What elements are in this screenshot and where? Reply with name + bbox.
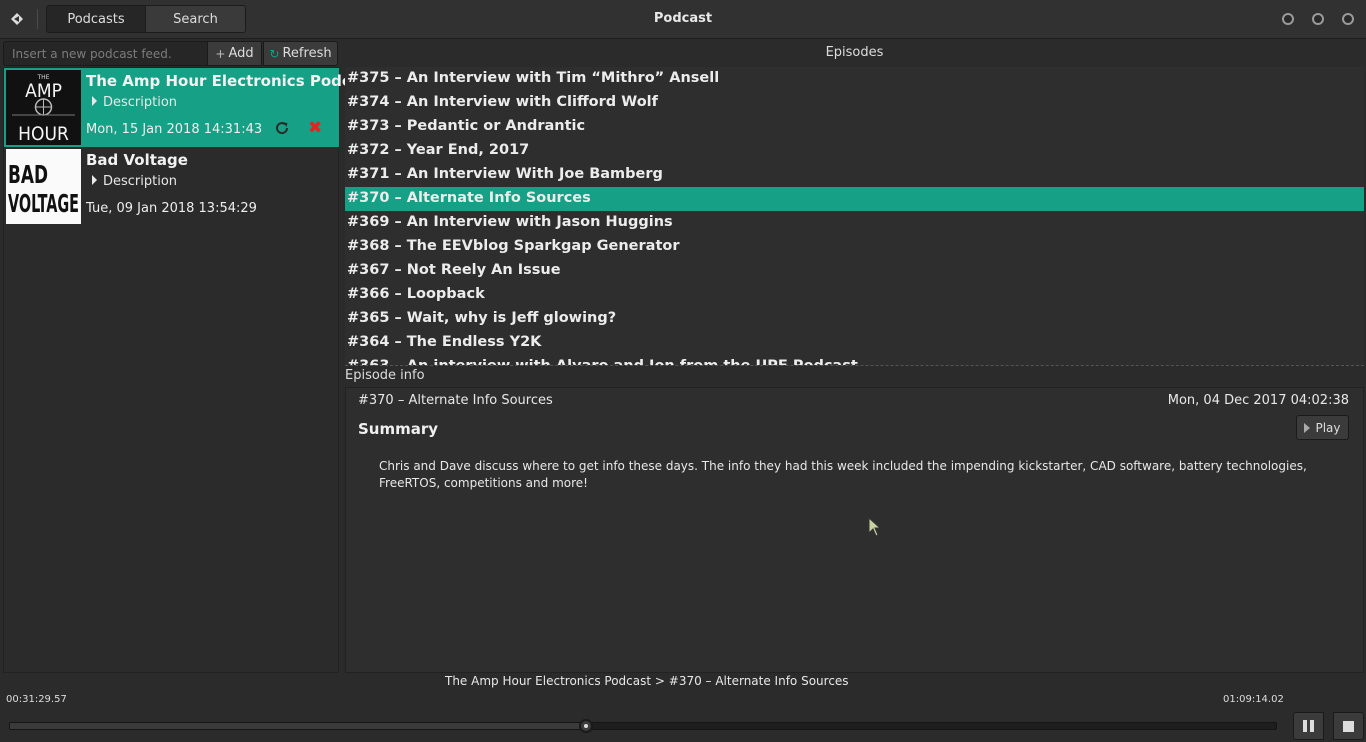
- artwork-text-bad: BAD: [8, 160, 48, 189]
- summary-text: Chris and Dave discuss where to get info…: [379, 459, 1307, 490]
- podcast-item-amp-hour[interactable]: THE AMP HOUR The Amp Hour Electronics Po…: [4, 68, 377, 147]
- close-button[interactable]: [1342, 13, 1354, 25]
- artwork-text-hour: HOUR: [18, 123, 69, 145]
- episode-row[interactable]: #374 – An Interview with Clifford Wolf: [345, 91, 1364, 115]
- episodes-pane: Episodes #375 – An Interview with Tim “M…: [343, 39, 1366, 675]
- expander-arrow-icon: [92, 175, 97, 185]
- total-time: 01:09:14.02: [1223, 694, 1284, 705]
- episodes-header: Episodes: [825, 45, 884, 60]
- minimize-button[interactable]: [1282, 13, 1294, 25]
- description-label: Description: [103, 174, 178, 189]
- feed-url-input[interactable]: [3, 41, 208, 66]
- podcast-date: Mon, 15 Jan 2018 14:31:43: [86, 122, 263, 137]
- episode-info-header: Episode info: [345, 368, 425, 383]
- podcast-title: Bad Voltage: [86, 151, 188, 169]
- podcast-list: THE AMP HOUR The Amp Hour Electronics Po…: [3, 67, 377, 673]
- refresh-button[interactable]: ↻ Refresh: [263, 41, 338, 66]
- episode-row[interactable]: #363 – An interview with Alvaro and Jon …: [345, 355, 1364, 365]
- episode-row[interactable]: #373 – Pedantic or Andrantic: [345, 115, 1364, 139]
- maximize-button[interactable]: [1312, 13, 1324, 25]
- episode-row-selected[interactable]: #370 – Alternate Info Sources: [345, 187, 1364, 211]
- feed-toolbar: + Add ↻ Refresh: [3, 41, 338, 66]
- artwork-text-voltage: VOLTAGE: [8, 189, 79, 218]
- refresh-icon: ↻: [269, 46, 280, 61]
- summary-heading: Summary: [358, 420, 439, 438]
- episode-row[interactable]: #366 – Loopback: [345, 283, 1364, 307]
- play-button-label: Play: [1315, 420, 1341, 435]
- mouse-cursor-icon: [868, 517, 882, 537]
- delete-podcast-icon[interactable]: ✖: [308, 119, 322, 137]
- episode-row[interactable]: #364 – The Endless Y2K: [345, 331, 1364, 355]
- seek-bar[interactable]: [9, 719, 1277, 733]
- refresh-button-label: Refresh: [282, 46, 332, 61]
- description-expander[interactable]: Description: [92, 174, 177, 189]
- episode-row[interactable]: #372 – Year End, 2017: [345, 139, 1364, 163]
- episode-row[interactable]: #367 – Not Reely An Issue: [345, 259, 1364, 283]
- episode-row[interactable]: #368 – The EEVblog Sparkgap Generator: [345, 235, 1364, 259]
- podcasts-pane: + Add ↻ Refresh THE AMP HOUR The Amp Hou…: [0, 39, 377, 675]
- pause-button[interactable]: [1293, 712, 1324, 740]
- play-button[interactable]: Play: [1296, 415, 1349, 440]
- seek-bar-fill: [10, 723, 587, 729]
- add-button[interactable]: + Add: [208, 41, 262, 66]
- header-bar: Podcasts Search Podcast: [0, 0, 1366, 39]
- stop-button[interactable]: [1333, 712, 1364, 740]
- episode-info-date: Mon, 04 Dec 2017 04:02:38: [1167, 393, 1349, 408]
- add-button-label: Add: [228, 46, 254, 61]
- podcast-date: Tue, 09 Jan 2018 13:54:29: [86, 201, 257, 216]
- episode-row[interactable]: #371 – An Interview With Joe Bamberg: [345, 163, 1364, 187]
- episode-info-title: #370 – Alternate Info Sources: [358, 393, 553, 408]
- play-icon: [1304, 422, 1311, 433]
- description-label: Description: [103, 95, 178, 110]
- podcast-item-bad-voltage[interactable]: BAD VOLTAGE Bad Voltage Description Tue,…: [4, 147, 339, 226]
- podcast-title: The Amp Hour Electronics Podcast: [86, 72, 377, 90]
- seek-bar-handle[interactable]: [579, 719, 594, 733]
- episode-row[interactable]: #375 – An Interview with Tim “Mithro” An…: [345, 67, 1364, 91]
- refresh-podcast-icon[interactable]: [274, 120, 290, 136]
- elapsed-time: 00:31:29.57: [6, 694, 67, 705]
- pause-icon: [1303, 720, 1314, 732]
- podcast-artwork: THE AMP HOUR: [6, 70, 81, 145]
- episode-row[interactable]: #365 – Wait, why is Jeff glowing?: [345, 307, 1364, 331]
- expander-arrow-icon: [92, 96, 97, 106]
- stop-icon: [1343, 720, 1354, 732]
- pane-divider-handle[interactable]: [345, 365, 1364, 366]
- episode-info-panel: #370 – Alternate Info Sources Mon, 04 De…: [345, 387, 1364, 673]
- now-playing-label: The Amp Hour Electronics Podcast > #370 …: [445, 674, 849, 688]
- plus-icon: +: [215, 46, 226, 61]
- podcast-artwork: BAD VOLTAGE: [6, 149, 81, 224]
- episode-list[interactable]: #375 – An Interview with Tim “Mithro” An…: [345, 67, 1364, 365]
- description-expander[interactable]: Description: [92, 95, 177, 110]
- window-title: Podcast: [653, 11, 713, 26]
- episode-row[interactable]: #369 – An Interview with Jason Huggins: [345, 211, 1364, 235]
